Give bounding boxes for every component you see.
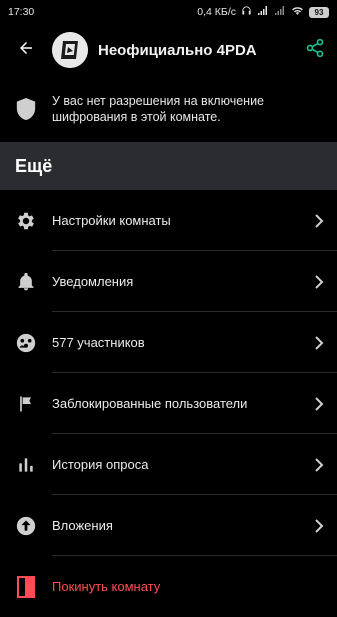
leave-door-icon xyxy=(0,575,52,598)
bell-icon xyxy=(0,271,52,293)
chevron-right-icon xyxy=(301,518,337,533)
status-indicators: 0,4 КБ/с 93 xyxy=(197,5,329,19)
section-header: Ещё xyxy=(0,142,337,190)
menu-item-label: Вложения xyxy=(52,518,113,533)
flag-icon xyxy=(0,393,52,415)
chevron-right-icon xyxy=(301,274,337,289)
menu-item-label: Уведомления xyxy=(52,274,134,289)
room-toolbar: Неофициально 4PDA xyxy=(0,24,337,76)
room-options-menu: Настройки комнаты Уведомления 577 участн… xyxy=(0,190,337,617)
shield-icon xyxy=(0,97,52,121)
menu-item-label: 577 участников xyxy=(52,335,145,350)
wifi-icon xyxy=(291,5,304,19)
menu-item-label: Покинуть комнату xyxy=(52,579,161,594)
headphones-icon xyxy=(241,5,252,19)
gear-icon xyxy=(0,210,52,232)
signal-icon-2 xyxy=(274,5,286,19)
network-speed: 0,4 КБ/с xyxy=(197,6,236,18)
status-bar: 17:30 0,4 КБ/с 93 xyxy=(0,0,337,24)
menu-item-members[interactable]: 577 участников xyxy=(0,312,337,373)
back-button[interactable] xyxy=(0,24,52,76)
menu-item-notifications[interactable]: Уведомления xyxy=(0,251,337,312)
menu-item-banned-users[interactable]: Заблокированные пользователи xyxy=(0,373,337,434)
menu-item-attachments[interactable]: Вложения xyxy=(0,495,337,556)
chevron-right-icon xyxy=(301,396,337,411)
poll-chart-icon xyxy=(0,455,52,475)
arrow-left-icon xyxy=(17,39,35,62)
menu-item-label: Заблокированные пользователи xyxy=(52,396,248,411)
encryption-notice: У вас нет разрешения на включение шифров… xyxy=(0,84,337,134)
chevron-right-icon xyxy=(301,335,337,350)
share-button[interactable] xyxy=(293,24,337,76)
chevron-right-icon xyxy=(301,457,337,472)
room-title: Неофициально 4PDA xyxy=(98,41,257,59)
upload-arrow-icon xyxy=(0,515,52,537)
menu-item-leave-room[interactable]: Покинуть комнату xyxy=(0,556,337,617)
members-icon xyxy=(0,332,52,354)
signal-icon xyxy=(257,5,269,19)
menu-item-poll-history[interactable]: История опроса xyxy=(0,434,337,495)
room-logo-icon xyxy=(52,32,88,68)
status-time: 17:30 xyxy=(8,6,35,18)
menu-item-label: История опроса xyxy=(52,457,149,472)
share-icon xyxy=(305,38,325,63)
encryption-notice-text: У вас нет разрешения на включение шифров… xyxy=(52,94,265,124)
menu-item-room-settings[interactable]: Настройки комнаты xyxy=(0,190,337,251)
battery-indicator: 93 xyxy=(309,6,329,18)
room-avatar[interactable] xyxy=(52,32,88,68)
chevron-right-icon xyxy=(301,213,337,228)
menu-item-label: Настройки комнаты xyxy=(52,213,171,228)
